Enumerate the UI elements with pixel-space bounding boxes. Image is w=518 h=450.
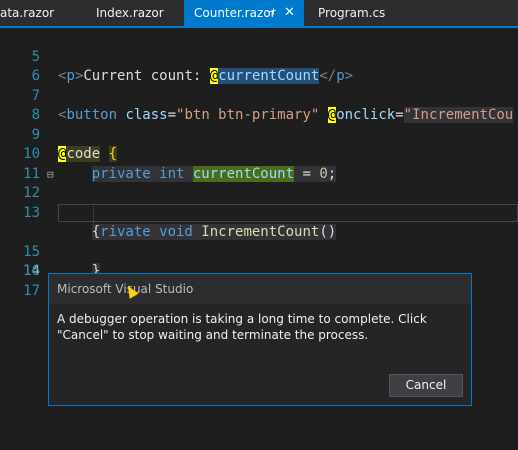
code-line: 6 [0,48,518,84]
code-line: 5 <p>Current count: @currentCount</p> [0,28,518,84]
tab-data-razor[interactable]: ata.razor [0,0,54,26]
debugger-wait-dialog: Microsoft Visual Studio A debugger opera… [48,273,472,406]
code-line: 15 } [0,223,518,279]
document-tab-strip: ata.razor Index.razor Counter.razor ⊣ ✕ … [0,0,518,26]
code-line: 8 [0,87,518,123]
collapse-outline-icon[interactable]: ⊟ [47,165,54,185]
close-icon[interactable]: ✕ [284,0,295,26]
line-number: 17 [23,282,40,299]
pin-icon[interactable]: ⊣ [266,0,275,26]
cancel-button[interactable]: Cancel [389,374,463,397]
dialog-title: Microsoft Visual Studio [49,274,471,304]
tab-label: Index.razor [96,6,164,20]
tab-label: Program.cs [318,6,386,20]
tab-program-cs[interactable]: Program.cs [318,0,385,26]
code-line: 16 } [0,243,518,299]
tab-index-razor[interactable]: Index.razor [96,0,164,26]
code-line: 13 { [0,184,518,240]
tab-label: ata.razor [0,6,55,20]
code-line: 7 <button class="btn btn-primary" @oncli… [0,67,518,123]
code-line: 10 private int currentCount = 0; [0,126,518,182]
code-editor[interactable]: 5 <p>Current count: @currentCount</p> 6 … [0,28,518,299]
dialog-message: A debugger operation is taking a long ti… [57,312,427,342]
code-line-current: 14 currentCount++; [0,203,518,299]
code-line: 12 ⊟ private void IncrementCount() [0,165,518,240]
indent-guide [93,203,94,223]
code-line: 9 @code { [0,106,518,162]
tab-counter-razor[interactable]: Counter.razor ⊣ ✕ [184,0,304,26]
tab-label: Counter.razor [194,6,276,20]
current-line-highlight [58,203,518,222]
code-line: 11 [0,145,518,182]
